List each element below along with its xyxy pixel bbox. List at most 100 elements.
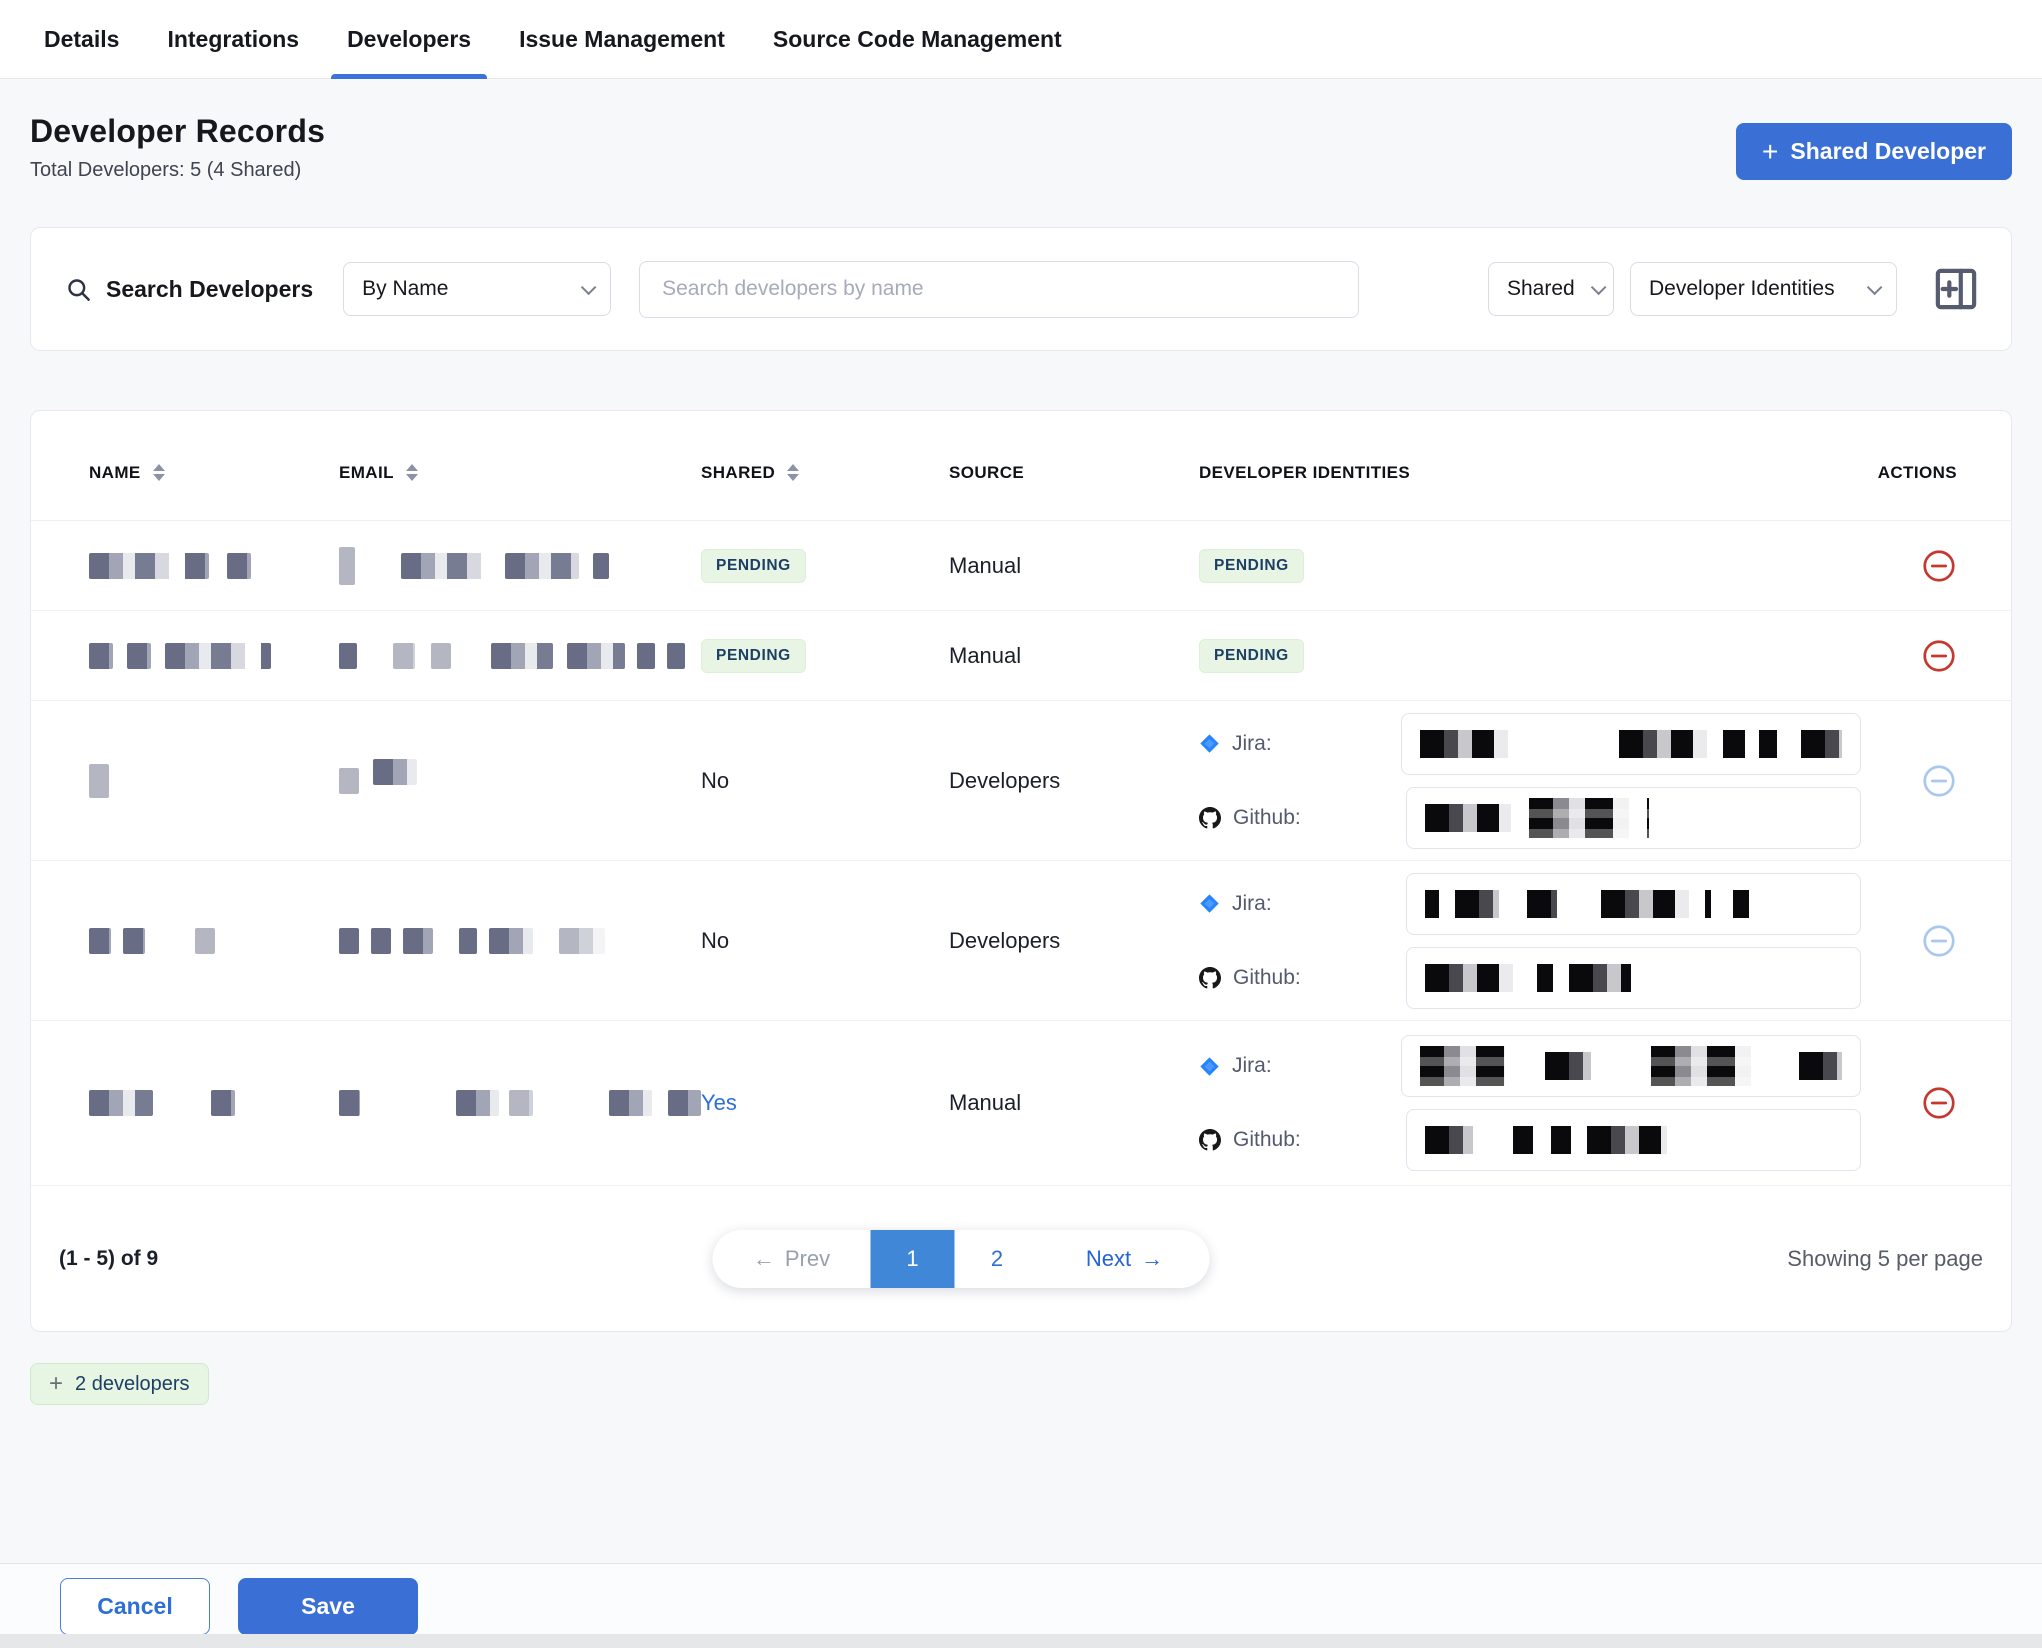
added-developers-badge: + 2 developers xyxy=(30,1363,209,1405)
add-shared-developer-label: Shared Developer xyxy=(1790,138,1986,165)
tab-integrations[interactable]: Integrations xyxy=(165,0,301,78)
pagination-pill: ← Prev 1 2 Next → xyxy=(713,1230,1210,1288)
remove-circle-icon xyxy=(1921,1085,1957,1121)
column-header-identities-label: DEVELOPER IDENTITIES xyxy=(1199,463,1410,483)
page-title: Developer Records xyxy=(30,113,325,150)
page-header: Developer Records Total Developers: 5 (4… xyxy=(30,79,2012,182)
jira-label: Jira: xyxy=(1232,1054,1272,1078)
pagination-prev-button[interactable]: ← Prev xyxy=(713,1230,871,1288)
column-header-email[interactable]: EMAIL xyxy=(339,463,701,483)
remove-developer-button[interactable] xyxy=(1921,1085,1957,1121)
jira-identity-input[interactable] xyxy=(1401,713,1861,775)
chevron-down-icon xyxy=(1867,279,1883,295)
column-header-source-label: SOURCE xyxy=(949,463,1024,483)
search-developers-label: Search Developers xyxy=(65,276,313,303)
remove-developer-button-disabled[interactable] xyxy=(1921,923,1957,959)
sort-icon[interactable] xyxy=(153,464,165,481)
github-icon xyxy=(1199,1129,1221,1151)
column-header-actions-label: ACTIONS xyxy=(1878,463,1957,483)
tab-developers[interactable]: Developers xyxy=(345,0,473,78)
table-header-row: NAME EMAIL SHARED SOURCE DEVELOPER IDENT… xyxy=(31,411,2011,521)
remove-developer-button-disabled[interactable] xyxy=(1921,763,1957,799)
jira-icon xyxy=(1199,733,1220,754)
email-cell-redacted xyxy=(339,643,701,669)
source-cell: Manual xyxy=(949,553,1199,579)
tab-issue-management[interactable]: Issue Management xyxy=(517,0,727,78)
jira-icon xyxy=(1199,893,1220,914)
search-by-value: By Name xyxy=(362,277,448,301)
add-column-icon xyxy=(1935,266,1977,312)
github-identity-input[interactable] xyxy=(1406,947,1861,1009)
total-developers-subtitle: Total Developers: 5 (4 Shared) xyxy=(30,159,325,182)
remove-circle-icon xyxy=(1921,763,1957,799)
name-cell-redacted xyxy=(89,643,339,669)
github-label: Github: xyxy=(1233,966,1301,990)
table-row: Yes Manual Jira: xyxy=(31,1021,2011,1186)
github-identity-input[interactable] xyxy=(1406,787,1861,849)
column-header-name[interactable]: NAME xyxy=(89,463,339,483)
shared-filter-value: Shared xyxy=(1507,277,1575,301)
cancel-button[interactable]: Cancel xyxy=(60,1578,210,1635)
jira-identity-row: Jira: xyxy=(1199,873,1861,935)
jira-label: Jira: xyxy=(1232,732,1272,756)
search-developers-label-text: Search Developers xyxy=(106,276,313,303)
sort-icon[interactable] xyxy=(406,464,418,481)
shared-filter-select[interactable]: Shared xyxy=(1488,262,1614,316)
remove-developer-button[interactable] xyxy=(1921,548,1957,584)
tab-details[interactable]: Details xyxy=(42,0,121,78)
pagination-page-2[interactable]: 2 xyxy=(955,1230,1040,1288)
jira-identity-input[interactable] xyxy=(1406,873,1861,935)
shared-status-badge: PENDING xyxy=(701,549,806,583)
github-identity-row: Github: xyxy=(1199,947,1861,1009)
developers-table: NAME EMAIL SHARED SOURCE DEVELOPER IDENT… xyxy=(30,410,2012,1332)
search-by-select[interactable]: By Name xyxy=(343,262,611,316)
shared-status-badge: PENDING xyxy=(701,639,806,673)
sort-icon[interactable] xyxy=(787,464,799,481)
add-shared-developer-button[interactable]: + Shared Developer xyxy=(1736,123,2012,180)
column-header-name-label: NAME xyxy=(89,463,141,483)
developer-identities-filter-value: Developer Identities xyxy=(1649,277,1835,301)
table-row: PENDING Manual PENDING xyxy=(31,521,2011,611)
arrow-left-icon: ← xyxy=(753,1246,775,1272)
name-cell-redacted xyxy=(89,928,339,954)
remove-circle-icon xyxy=(1921,923,1957,959)
column-header-shared[interactable]: SHARED xyxy=(701,463,949,483)
identities-pending-badge: PENDING xyxy=(1199,639,1304,673)
page-content: Developer Records Total Developers: 5 (4… xyxy=(0,79,2042,1405)
shared-cell-yes[interactable]: Yes xyxy=(701,1090,737,1115)
name-cell-redacted xyxy=(89,1090,339,1116)
pagination-row: (1 - 5) of 9 ← Prev 1 2 Next → Showing 5… xyxy=(31,1186,2011,1331)
github-icon xyxy=(1199,807,1221,829)
save-button[interactable]: Save xyxy=(238,1578,418,1635)
column-header-developer-identities: DEVELOPER IDENTITIES xyxy=(1199,463,1861,483)
top-tab-bar: Details Integrations Developers Issue Ma… xyxy=(0,0,2042,79)
add-column-button[interactable] xyxy=(1935,266,1977,312)
bottom-strip xyxy=(0,1634,2042,1648)
remove-developer-button[interactable] xyxy=(1921,638,1957,674)
name-cell-redacted xyxy=(89,553,339,579)
jira-identity-row: Jira: xyxy=(1199,1035,1861,1097)
pagination-page-1[interactable]: 1 xyxy=(871,1230,955,1288)
search-input[interactable] xyxy=(639,261,1359,318)
tab-source-code-management[interactable]: Source Code Management xyxy=(771,0,1064,78)
pagination-next-button[interactable]: Next → xyxy=(1040,1230,1210,1288)
jira-identity-input[interactable] xyxy=(1401,1035,1861,1097)
developer-identities-filter-select[interactable]: Developer Identities xyxy=(1630,262,1897,316)
source-cell: Manual xyxy=(949,643,1199,669)
footer-action-bar: Cancel Save xyxy=(0,1563,2042,1648)
github-identity-input[interactable] xyxy=(1406,1109,1861,1171)
table-row: No Developers Jira: xyxy=(31,701,2011,861)
page-header-text: Developer Records Total Developers: 5 (4… xyxy=(30,113,325,182)
table-row: PENDING Manual PENDING xyxy=(31,611,2011,701)
chevron-down-icon xyxy=(1591,279,1607,295)
email-cell-redacted xyxy=(339,1090,701,1116)
email-cell-redacted xyxy=(339,547,701,585)
source-cell: Manual xyxy=(949,1090,1199,1116)
jira-identity-row: Jira: xyxy=(1199,713,1861,775)
shared-cell: No xyxy=(701,768,949,794)
github-icon xyxy=(1199,967,1221,989)
table-row: No Developers Jira: xyxy=(31,861,2011,1021)
prev-label: Prev xyxy=(785,1246,830,1272)
plus-icon: + xyxy=(1762,138,1778,166)
added-developers-label: 2 developers xyxy=(75,1373,190,1396)
